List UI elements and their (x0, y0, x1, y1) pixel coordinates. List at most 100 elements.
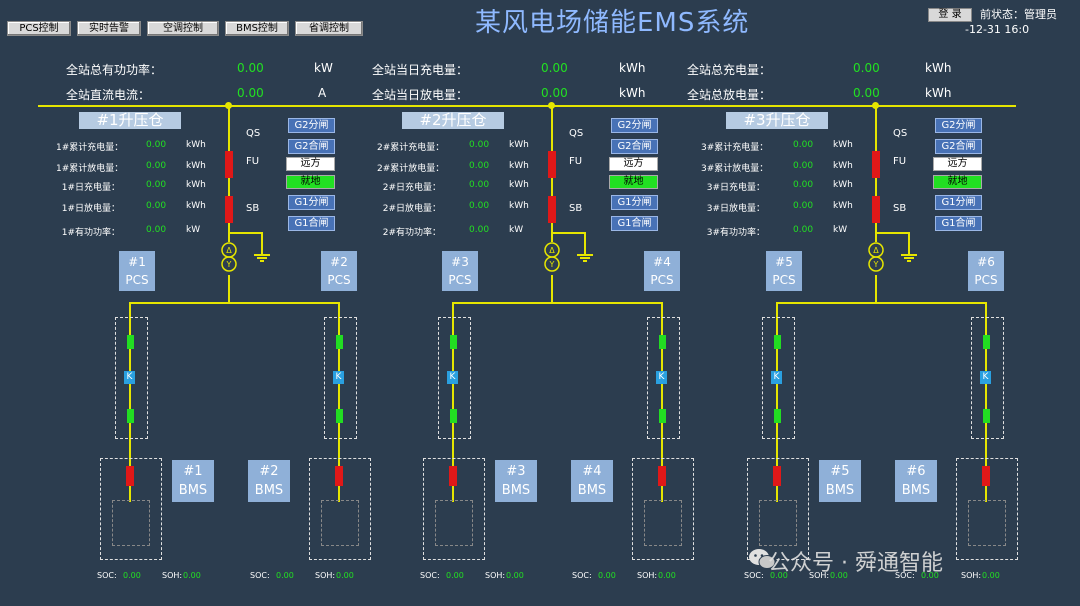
soc-label: SOC: (572, 571, 592, 580)
nav-pcs-control[interactable]: PCS控制 (7, 21, 71, 36)
summary-unit: kWh (619, 86, 646, 100)
bms-box[interactable]: #1 BMS (172, 460, 214, 502)
g2-close-button[interactable]: G2合闸 (611, 139, 658, 154)
switch-closed (336, 409, 343, 423)
battery-breaker (449, 466, 457, 486)
summary-label: 全站直流电流： (66, 88, 151, 102)
pcs-number: #2 (330, 255, 348, 269)
battery-rack (112, 500, 150, 546)
battery-rack (759, 500, 797, 546)
g2-open-button[interactable]: G2分闸 (611, 118, 658, 133)
fu-label: FU (246, 156, 260, 167)
pcs-box[interactable]: #1 PCS (119, 251, 155, 291)
stat-label: 2#日放电量： (382, 204, 441, 214)
pcs-number: #3 (451, 255, 469, 269)
stat-unit: kWh (509, 180, 529, 190)
contactor-k: K (656, 371, 667, 384)
summary-unit: kWh (925, 86, 952, 100)
bms-box[interactable]: #4 BMS (571, 460, 613, 502)
pcs-box[interactable]: #2 PCS (321, 251, 357, 291)
g1-open-button[interactable]: G1分闸 (288, 195, 335, 210)
g1-open-button[interactable]: G1分闸 (611, 195, 658, 210)
bms-label: BMS (901, 483, 931, 498)
bms-box[interactable]: #6 BMS (895, 460, 937, 502)
stat-value: 0.00 (146, 180, 167, 190)
battery-breaker (335, 466, 343, 486)
soc-label: SOC: (420, 571, 440, 580)
pcs-number: #5 (775, 255, 793, 269)
summary-label: 全站总充电量： (687, 63, 772, 77)
stat-label: 1#日放电量： (61, 204, 120, 214)
pcs-box[interactable]: #6 PCS (968, 251, 1004, 291)
booster-station-title: #3升压仓 (726, 112, 828, 129)
svg-text:Y: Y (226, 260, 232, 269)
pcs-label: PCS (650, 273, 674, 287)
svg-text:Δ: Δ (226, 246, 232, 255)
qs-label: QS (893, 128, 908, 139)
pcs-box[interactable]: #3 PCS (442, 251, 478, 291)
contactor-k: K (980, 371, 991, 384)
bms-number: #3 (506, 464, 526, 479)
stat-unit: kW (833, 225, 848, 235)
ground-symbol (580, 257, 590, 259)
fuse-breaker (872, 151, 880, 178)
nav-provincial-control[interactable]: 省调控制 (295, 21, 363, 36)
ground-symbol (901, 254, 917, 256)
battery-rack (435, 500, 473, 546)
stat-value: 0.00 (469, 201, 490, 211)
g1-close-button[interactable]: G1合闸 (611, 216, 658, 231)
remote-mode-indicator: 远方 (933, 157, 982, 171)
pcs-box[interactable]: #5 PCS (766, 251, 802, 291)
summary-value: 0.00 (237, 86, 264, 100)
local-mode-indicator: 就地 (286, 175, 335, 189)
g2-open-button[interactable]: G2分闸 (935, 118, 982, 133)
switch-closed (983, 335, 990, 349)
switch-closed (336, 335, 343, 349)
pcs-label: PCS (772, 273, 796, 287)
pcs-box[interactable]: #4 PCS (644, 251, 680, 291)
battery-rack (968, 500, 1006, 546)
distribution-line (129, 302, 340, 304)
switch-closed (983, 409, 990, 423)
stat-value: 0.00 (793, 225, 814, 235)
stat-label: 3#日放电量： (706, 204, 765, 214)
soh-value: 0.00 (183, 571, 201, 580)
stat-label: 3#日充电量： (706, 183, 765, 193)
remote-mode-indicator: 远方 (609, 157, 658, 171)
nav-ac-control[interactable]: 空调控制 (147, 21, 219, 36)
summary-unit: kW (314, 61, 333, 75)
g1-close-button[interactable]: G1合闸 (288, 216, 335, 231)
svg-text:Δ: Δ (873, 246, 879, 255)
g1-close-button[interactable]: G1合闸 (935, 216, 982, 231)
ground-line (261, 232, 263, 254)
nav-bms-control[interactable]: BMS控制 (225, 21, 289, 36)
bms-box[interactable]: #2 BMS (248, 460, 290, 502)
stat-value: 0.00 (469, 225, 490, 235)
g2-open-button[interactable]: G2分闸 (288, 118, 335, 133)
bms-number: #1 (183, 464, 203, 479)
local-mode-indicator: 就地 (609, 175, 658, 189)
summary-value: 0.00 (853, 86, 880, 100)
login-button[interactable]: 登 录 (928, 8, 972, 22)
soc-label: SOC: (250, 571, 270, 580)
ground-line (228, 232, 262, 234)
ground-symbol (583, 260, 587, 262)
distribution-line (776, 302, 987, 304)
bms-box[interactable]: #5 BMS (819, 460, 861, 502)
bms-box[interactable]: #3 BMS (495, 460, 537, 502)
g1-open-button[interactable]: G1分闸 (935, 195, 982, 210)
ground-symbol (907, 260, 911, 262)
g2-close-button[interactable]: G2合闸 (288, 139, 335, 154)
nav-realtime-alarm[interactable]: 实时告警 (77, 21, 141, 36)
sb-breaker (872, 196, 880, 223)
stat-value: 0.00 (469, 140, 490, 150)
g2-close-button[interactable]: G2合闸 (935, 139, 982, 154)
sb-label: SB (246, 203, 260, 214)
summary-value: 0.00 (541, 61, 568, 75)
stat-value: 0.00 (469, 180, 490, 190)
switch-closed (659, 409, 666, 423)
transformer-icon: ΔY (544, 242, 560, 272)
distribution-line (452, 302, 663, 304)
stat-value: 0.00 (793, 201, 814, 211)
contactor-k: K (771, 371, 782, 384)
